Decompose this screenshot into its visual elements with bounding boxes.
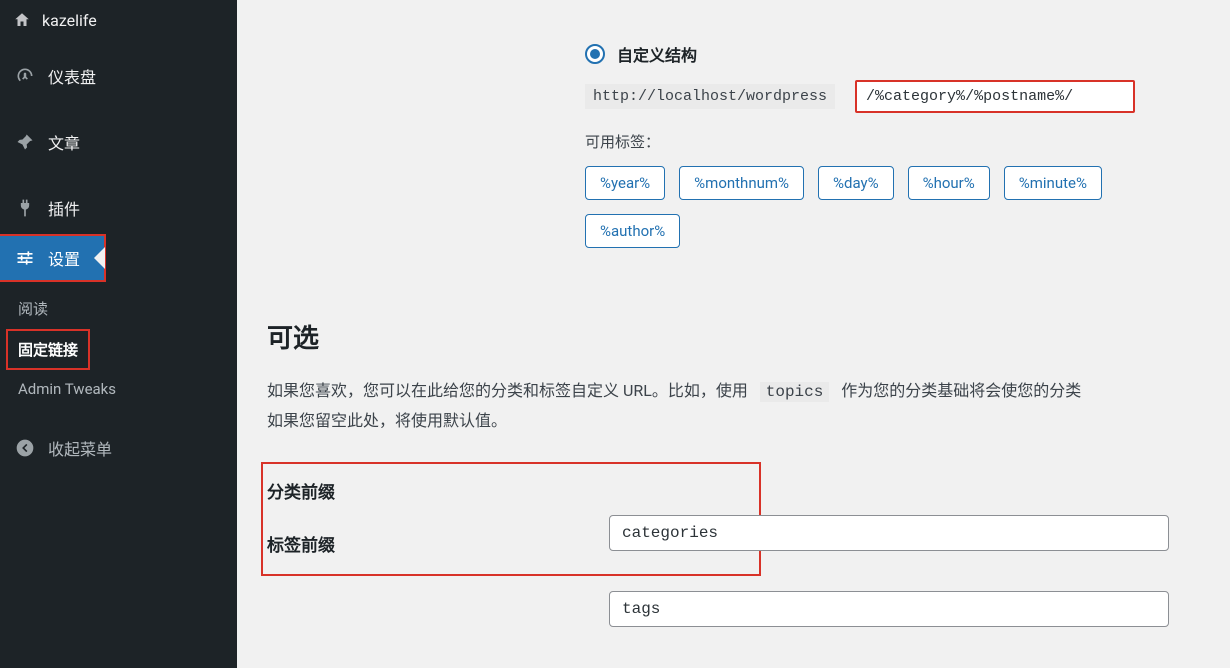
optional-desc-code: topics — [760, 382, 830, 402]
sidebar-item-label: 文章 — [48, 130, 80, 154]
optional-desc-text-1: 如果您喜欢，您可以在此给您的分类和标签自定义 URL。比如，使用 — [267, 381, 748, 400]
site-title: kazelife — [42, 11, 97, 30]
home-icon — [12, 10, 32, 30]
plug-icon — [14, 197, 36, 219]
custom-structure-url-line: http://localhost/wordpress /%category%/%… — [585, 80, 1230, 113]
custom-structure-radio[interactable]: 自定义结构 — [585, 42, 1230, 66]
optional-heading: 可选 — [267, 318, 1230, 355]
admin-sidebar: kazelife 仪表盘 文章 插件 — [0, 0, 237, 668]
sidebar-item-label: 仪表盘 — [48, 64, 96, 88]
submenu-item-label: 固定链接 — [18, 341, 78, 359]
tag-button-author[interactable]: %author% — [585, 214, 680, 248]
chevron-left-circle-icon — [14, 437, 36, 459]
custom-structure-value: /%category%/%postname%/ — [866, 88, 1073, 105]
sidebar-item-dashboard[interactable]: 仪表盘 — [0, 54, 237, 98]
pin-icon — [14, 131, 36, 153]
sidebar-menu: 仪表盘 文章 插件 设置 — [0, 40, 237, 474]
category-prefix-row: 分类前缀 — [267, 464, 759, 517]
radio-icon — [585, 44, 605, 64]
tag-button-year[interactable]: %year% — [585, 166, 665, 200]
tag-button-day[interactable]: %day% — [818, 166, 894, 200]
site-title-bar[interactable]: kazelife — [0, 0, 237, 40]
tag-button-minute[interactable]: %minute% — [1004, 166, 1102, 200]
optional-desc-text-2: 作为您的分类基础将会使您的分类 — [841, 381, 1081, 400]
permalink-custom-structure-row: 自定义结构 http://localhost/wordpress /%categ… — [267, 42, 1230, 248]
tag-prefix-input[interactable] — [609, 591, 1169, 627]
sidebar-item-label: 插件 — [48, 196, 80, 220]
submenu-item-reading[interactable]: 阅读 — [0, 290, 237, 327]
collapse-menu[interactable]: 收起菜单 — [0, 422, 237, 474]
sidebar-item-posts[interactable]: 文章 — [0, 120, 237, 164]
available-tags-label: 可用标签： — [585, 131, 1230, 152]
base-url: http://localhost/wordpress — [585, 84, 835, 109]
optional-description: 如果您喜欢，您可以在此给您的分类和标签自定义 URL。比如，使用 topics … — [267, 377, 1230, 436]
dashboard-icon — [14, 65, 36, 87]
sidebar-item-settings[interactable]: 设置 — [0, 236, 104, 280]
tag-button-hour[interactable]: %hour% — [908, 166, 990, 200]
available-tags-row1: %year% %monthnum% %day% %hour% %minute% — [585, 166, 1230, 200]
sidebar-item-label: 设置 — [48, 246, 80, 270]
category-prefix-input[interactable] — [609, 515, 1169, 551]
available-tags-row2: %author% — [585, 214, 1230, 248]
tag-prefix-label: 标签前缀 — [267, 531, 567, 556]
submenu-item-admin-tweaks[interactable]: Admin Tweaks — [0, 372, 237, 406]
category-prefix-label: 分类前缀 — [267, 478, 567, 503]
optional-desc-text-3: 如果您留空此处，将使用默认值。 — [267, 411, 507, 430]
sliders-icon — [14, 247, 36, 269]
collapse-menu-label: 收起菜单 — [48, 436, 112, 460]
submenu-item-permalinks[interactable]: 固定链接 — [8, 331, 88, 368]
main-content: 自定义结构 http://localhost/wordpress /%categ… — [237, 0, 1230, 668]
custom-structure-input[interactable]: /%category%/%postname%/ — [855, 80, 1135, 113]
custom-structure-label: 自定义结构 — [617, 42, 697, 66]
submenu-item-label: 阅读 — [18, 300, 48, 318]
submenu-item-label: Admin Tweaks — [18, 380, 116, 398]
tag-button-monthnum[interactable]: %monthnum% — [679, 166, 804, 200]
settings-submenu: 阅读 固定链接 Admin Tweaks — [0, 286, 237, 416]
sidebar-item-plugins[interactable]: 插件 — [0, 186, 237, 230]
